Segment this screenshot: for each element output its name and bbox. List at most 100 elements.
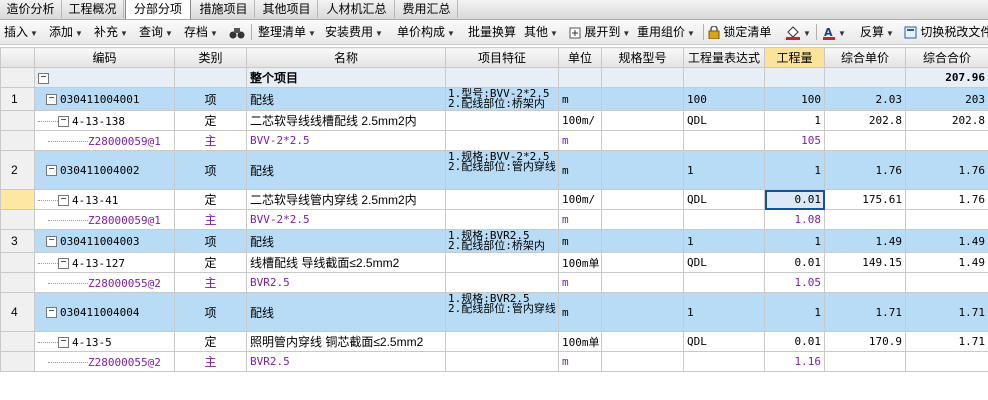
expression-cell[interactable]: QDL	[683, 252, 765, 273]
name-cell[interactable]: 线槽配线 导线截面≤2.5mm2	[246, 252, 446, 273]
name-cell[interactable]: BVR2.5	[246, 272, 446, 293]
row-number[interactable]: 3	[0, 229, 35, 253]
feature-cell[interactable]: 1.规格:BVV-2*2.5 2.配线部位:管内穿线	[445, 150, 559, 190]
feature-cell[interactable]	[445, 351, 559, 372]
expression-cell[interactable]: QDL	[683, 331, 765, 352]
name-cell[interactable]: 配线	[246, 150, 446, 190]
unit-cell[interactable]: m	[558, 272, 602, 293]
quantity-cell[interactable]: 0.01	[764, 331, 825, 352]
collapse-toggle[interactable]: −	[58, 194, 69, 206]
row-number[interactable]: 1	[0, 87, 35, 111]
expression-cell[interactable]: QDL	[683, 189, 765, 210]
tab-labor-material[interactable]: 人材机汇总	[319, 0, 395, 18]
spec-cell[interactable]	[601, 272, 684, 293]
feature-cell[interactable]	[445, 110, 559, 131]
supplement-menu[interactable]: 补充 ▼	[94, 23, 128, 41]
unit-price-cell[interactable]: 1.71	[824, 292, 906, 332]
name-cell[interactable]: 照明管内穿线 铜芯截面≤2.5mm2	[246, 331, 446, 352]
col-unit-price[interactable]: 综合单价	[824, 47, 906, 68]
expression-cell[interactable]	[683, 209, 765, 230]
unit-price-cell[interactable]	[824, 130, 906, 151]
tab-other-items[interactable]: 其他项目	[256, 0, 318, 18]
tab-cost-analysis[interactable]: 造价分析	[0, 0, 62, 18]
unit-price-cell[interactable]: 175.61	[824, 189, 906, 210]
type-cell[interactable]: 项	[174, 87, 247, 111]
collapse-toggle[interactable]: −	[58, 336, 69, 348]
row-number[interactable]: 2	[0, 150, 35, 190]
spec-cell[interactable]	[601, 110, 684, 131]
type-cell[interactable]: 定	[174, 110, 247, 131]
unit-cell[interactable]: m	[558, 292, 602, 332]
feature-cell[interactable]	[445, 130, 559, 151]
feature-cell[interactable]	[445, 189, 559, 210]
collapse-toggle[interactable]: −	[46, 165, 57, 177]
spec-cell[interactable]	[601, 252, 684, 273]
feature-cell[interactable]: 1.规格:BVR2.5 2.配线部位:桥架内	[445, 229, 559, 253]
col-spec[interactable]: 规格型号	[601, 47, 684, 68]
expression-cell[interactable]: 1	[683, 150, 765, 190]
spec-cell[interactable]	[601, 351, 684, 372]
material-row[interactable]: Z28000055@2 主 BVR2.5 m 1.16	[0, 351, 988, 372]
expand-to-menu[interactable]: 展开到 ▼	[569, 23, 630, 41]
row-number[interactable]	[0, 130, 35, 151]
expression-cell[interactable]: 1	[683, 229, 765, 253]
quantity-cell[interactable]: 1	[764, 292, 825, 332]
name-cell[interactable]: BVV-2*2.5	[246, 130, 446, 151]
reverse-calc-menu[interactable]: 反算 ▼	[860, 23, 894, 41]
name-cell[interactable]: 二芯软导线管内穿线 2.5mm2内	[246, 189, 446, 210]
collapse-toggle[interactable]: −	[38, 72, 49, 84]
unit-price-cell[interactable]: 2.03	[824, 87, 906, 111]
type-cell[interactable]: 项	[174, 229, 247, 253]
type-cell[interactable]: 定	[174, 189, 247, 210]
feature-cell[interactable]	[445, 272, 559, 293]
list-item-row[interactable]: 3−030411004003 项配线 1.规格:BVR2.5 2.配线部位:桥架内 m 1…	[0, 229, 988, 253]
organize-list-menu[interactable]: 整理清单 ▼	[258, 23, 316, 41]
col-feature[interactable]: 项目特征	[445, 47, 559, 68]
feature-cell[interactable]: 1.型号:BVV-2*2.5 2.配线部位:桥架内	[445, 87, 559, 111]
col-name[interactable]: 名称	[246, 47, 446, 68]
row-number[interactable]	[0, 209, 35, 230]
type-cell[interactable]: 主	[174, 272, 247, 293]
quantity-cell[interactable]: 1	[764, 229, 825, 253]
spec-cell[interactable]	[601, 130, 684, 151]
row-number[interactable]	[0, 331, 35, 352]
unit-price-cell[interactable]	[824, 351, 906, 372]
unit-price-cell[interactable]: 202.8	[824, 110, 906, 131]
unit-cell[interactable]: m	[558, 130, 602, 151]
archive-menu[interactable]: 存档 ▼	[184, 23, 218, 41]
spec-cell[interactable]	[601, 229, 684, 253]
spec-cell[interactable]	[601, 189, 684, 210]
row-number[interactable]	[0, 272, 35, 293]
row-number[interactable]	[0, 189, 35, 210]
add-menu[interactable]: 添加 ▼	[49, 23, 83, 41]
tab-sub-items[interactable]: 分部分项	[125, 0, 191, 19]
collapse-toggle[interactable]: −	[58, 115, 69, 127]
quantity-cell[interactable]: 1.16	[764, 351, 825, 372]
quantity-cell[interactable]: 0.01	[764, 189, 825, 210]
total-price-cell[interactable]	[905, 272, 988, 293]
row-number[interactable]	[0, 351, 35, 372]
quantity-cell[interactable]: 1	[764, 150, 825, 190]
material-row[interactable]: Z28000055@2 主 BVR2.5 m 1.05	[0, 272, 988, 293]
type-cell[interactable]: 项	[174, 292, 247, 332]
unit-cell[interactable]: m	[558, 229, 602, 253]
unit-price-cell[interactable]: 1.49	[824, 229, 906, 253]
spec-cell[interactable]	[601, 87, 684, 111]
spec-cell[interactable]	[601, 150, 684, 190]
expression-cell[interactable]: 1	[683, 292, 765, 332]
tab-fee-summary[interactable]: 费用汇总	[396, 0, 458, 18]
unit-cell[interactable]: m	[558, 87, 602, 111]
total-price-cell[interactable]: 203	[905, 87, 988, 111]
spec-cell[interactable]	[601, 209, 684, 230]
switch-tax-button[interactable]: 切换税改文件	[904, 23, 988, 41]
type-cell[interactable]: 项	[174, 150, 247, 190]
collapse-toggle[interactable]: −	[58, 257, 69, 269]
total-price-cell[interactable]: 1.49	[905, 252, 988, 273]
col-type[interactable]: 类别	[174, 47, 247, 68]
unit-price-cell[interactable]: 1.76	[824, 150, 906, 190]
total-price-cell[interactable]: 1.76	[905, 150, 988, 190]
unit-price-cell[interactable]	[824, 272, 906, 293]
unit-price-cell[interactable]	[824, 209, 906, 230]
quota-row[interactable]: −4-13-41 定二芯软导线管内穿线 2.5mm2内 100m/QDL 0.01 17…	[0, 189, 988, 210]
list-item-row[interactable]: 1−030411004001 项配线 1.型号:BVV-2*2.5 2.配线部位:桥架…	[0, 87, 988, 111]
